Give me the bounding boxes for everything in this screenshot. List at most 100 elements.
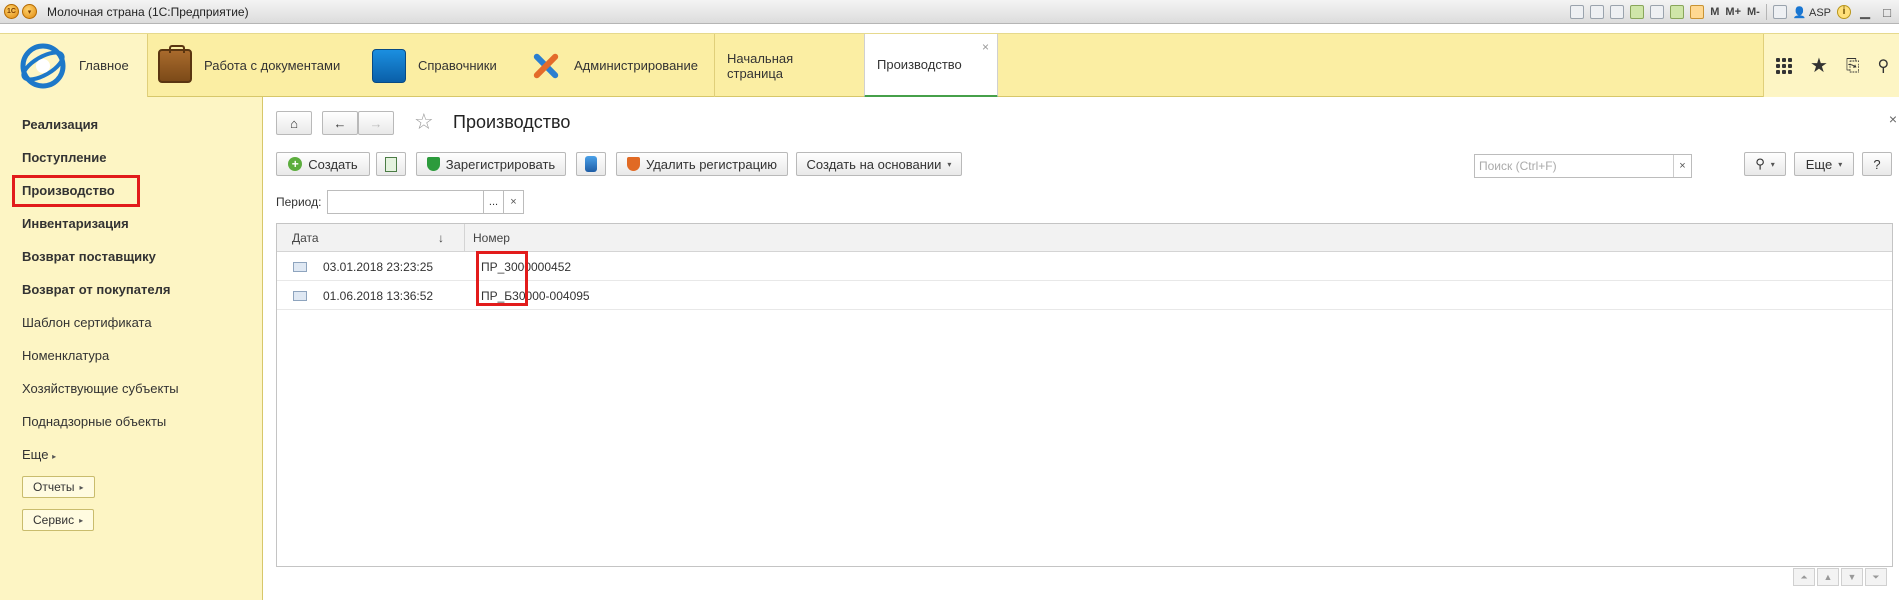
briefcase-icon bbox=[158, 44, 192, 83]
reports-button-label: Отчеты bbox=[33, 480, 75, 494]
period-input[interactable] bbox=[327, 190, 484, 214]
main-content: × ⌂ ← → ☆ Производство + Создать Зарегис… bbox=[264, 97, 1899, 600]
section-documents[interactable]: Работа с документами bbox=[158, 34, 358, 97]
section-references-label: Справочники bbox=[418, 58, 497, 73]
user-name[interactable]: 👤 ASP bbox=[1793, 6, 1831, 19]
service-button[interactable]: Сервис ▸ bbox=[22, 509, 95, 531]
chevron-down-icon: ▾ bbox=[1838, 159, 1843, 169]
first-page-icon[interactable]: ⏶ bbox=[1793, 568, 1815, 586]
arrow-right-icon: → bbox=[369, 115, 383, 131]
tab-start-page[interactable]: Начальная страница bbox=[714, 34, 864, 98]
calendar-icon[interactable] bbox=[1690, 5, 1705, 19]
section-administration[interactable]: Администрирование bbox=[528, 34, 708, 97]
column-date-label: Дата bbox=[292, 231, 319, 245]
period-clear-button[interactable]: × bbox=[504, 190, 524, 214]
calculator-icon[interactable] bbox=[1670, 5, 1685, 19]
favorites-star-icon[interactable]: ★ bbox=[1810, 56, 1828, 76]
reports-button[interactable]: Отчеты ▸ bbox=[22, 476, 95, 498]
global-search-icon[interactable]: ⚲ bbox=[1878, 56, 1890, 76]
section-sidebar: Реализация Поступление Производство Инве… bbox=[0, 97, 263, 600]
column-number-label: Номер bbox=[473, 231, 510, 245]
window-title: Молочная страна (1С:Предприятие) bbox=[47, 4, 249, 19]
info-icon[interactable]: i bbox=[1837, 5, 1851, 19]
star-outline-icon[interactable]: ☆ bbox=[414, 109, 434, 135]
app-dropdown-icon[interactable]: ▾ bbox=[22, 4, 37, 19]
print-icon[interactable] bbox=[1590, 5, 1605, 19]
more-button[interactable]: Еще ▾ bbox=[1794, 152, 1854, 176]
microscope-button[interactable] bbox=[576, 152, 606, 176]
chevron-down-icon: ▾ bbox=[947, 159, 952, 169]
more-button-label: Еще bbox=[1805, 156, 1833, 172]
period-label: Период: bbox=[276, 195, 322, 209]
create-button[interactable]: + Создать bbox=[276, 152, 370, 176]
memory-m-button[interactable]: M bbox=[1710, 6, 1719, 18]
triangle-right-icon: ▸ bbox=[79, 515, 84, 525]
section-references[interactable]: Справочники bbox=[372, 34, 522, 97]
sidebar-item-business-entities[interactable]: Хозяйствующие субъекты bbox=[22, 381, 179, 396]
triangle-right-icon: ▸ bbox=[52, 452, 57, 461]
tab-start-page-label: Начальная страница bbox=[727, 51, 794, 81]
window-titlebar: 1C ▾ Молочная страна (1С:Предприятие) M … bbox=[0, 0, 1899, 24]
nav-tools: ★ ⎘ ⚲ bbox=[1763, 34, 1899, 97]
close-form-icon[interactable]: × bbox=[1889, 111, 1897, 127]
maximize-button[interactable]: □ bbox=[1879, 5, 1895, 20]
section-home[interactable]: Главное bbox=[0, 34, 148, 97]
panels-icon[interactable] bbox=[1772, 5, 1787, 19]
forward-button[interactable]: → bbox=[358, 111, 394, 135]
home-button[interactable]: ⌂ bbox=[276, 111, 312, 135]
help-button[interactable]: ? bbox=[1862, 152, 1892, 176]
preview-icon[interactable] bbox=[1610, 5, 1625, 19]
save-icon[interactable] bbox=[1570, 5, 1585, 19]
sidebar-item-receipts[interactable]: Поступление bbox=[22, 150, 107, 165]
next-page-icon[interactable]: ▼ bbox=[1841, 568, 1863, 586]
clear-search-icon[interactable]: × bbox=[1673, 155, 1691, 177]
section-documents-label: Работа с документами bbox=[204, 58, 341, 73]
table-header: Дата ↓ Номер bbox=[277, 224, 1892, 252]
copy-button[interactable] bbox=[376, 152, 406, 176]
sidebar-item-sales[interactable]: Реализация bbox=[22, 117, 98, 132]
create-button-label: Создать bbox=[308, 156, 358, 172]
history-icon[interactable]: ⎘ bbox=[1846, 56, 1860, 76]
memory-plus-button[interactable]: M+ bbox=[1725, 6, 1741, 18]
cell-date: 01.06.2018 13:36:52 bbox=[323, 289, 434, 303]
close-tab-icon[interactable]: × bbox=[982, 40, 989, 54]
column-header-date[interactable]: Дата ↓ bbox=[277, 224, 465, 252]
period-select-button[interactable]: ... bbox=[484, 190, 504, 214]
shield-icon bbox=[426, 157, 440, 171]
sidebar-item-certificate-template[interactable]: Шаблон сертификата bbox=[22, 315, 152, 330]
all-functions-icon[interactable] bbox=[1776, 57, 1792, 74]
divider bbox=[1765, 4, 1767, 20]
document-icon bbox=[293, 291, 307, 301]
tab-production[interactable]: Производство × bbox=[864, 34, 998, 98]
sidebar-item-more[interactable]: Еще ▸ bbox=[22, 447, 56, 462]
register-button[interactable]: Зарегистрировать bbox=[416, 152, 566, 176]
create-based-on-button[interactable]: Создать на основании ▾ bbox=[796, 152, 962, 176]
minimize-button[interactable]: ▁ bbox=[1857, 4, 1873, 20]
favorites-icon[interactable] bbox=[1630, 5, 1645, 19]
documents-table: Дата ↓ Номер 03.01.2018 23:23:25 ПР_3000… bbox=[276, 223, 1893, 567]
bookmark-icon[interactable] bbox=[1650, 5, 1665, 19]
prev-page-icon[interactable]: ▲ bbox=[1817, 568, 1839, 586]
sidebar-item-supervised-objects[interactable]: Поднадзорные объекты bbox=[22, 414, 166, 429]
plus-icon: + bbox=[288, 157, 303, 171]
last-page-icon[interactable]: ⏷ bbox=[1865, 568, 1887, 586]
sidebar-item-inventory[interactable]: Инвентаризация bbox=[22, 216, 129, 231]
table-pager: ⏶ ▲ ▼ ⏷ bbox=[1793, 568, 1887, 586]
delete-registration-label: Удалить регистрацию bbox=[645, 156, 778, 172]
search-input[interactable]: Поиск (Ctrl+F) × bbox=[1474, 154, 1692, 178]
memory-minus-button[interactable]: M- bbox=[1747, 6, 1760, 18]
column-header-number[interactable]: Номер bbox=[473, 224, 510, 252]
back-button[interactable]: ← bbox=[322, 111, 358, 135]
search-placeholder: Поиск (Ctrl+F) bbox=[1479, 159, 1557, 173]
delete-registration-button[interactable]: Удалить регистрацию bbox=[616, 152, 788, 176]
app-menu-icon[interactable]: 1C bbox=[4, 4, 19, 19]
triangle-right-icon: ▸ bbox=[79, 482, 84, 492]
section-home-label: Главное bbox=[79, 58, 129, 73]
sidebar-item-return-supplier[interactable]: Возврат поставщику bbox=[22, 249, 156, 264]
sections-panel: Главное Работа с документами Справочники… bbox=[0, 33, 1899, 98]
microscope-icon bbox=[585, 156, 597, 172]
sidebar-item-return-customer[interactable]: Возврат от покупателя bbox=[22, 282, 170, 297]
section-administration-label: Администрирование bbox=[574, 58, 698, 73]
search-button[interactable]: ⚲ ▾ bbox=[1744, 152, 1786, 176]
sidebar-item-nomenclature[interactable]: Номенклатура bbox=[22, 348, 109, 363]
